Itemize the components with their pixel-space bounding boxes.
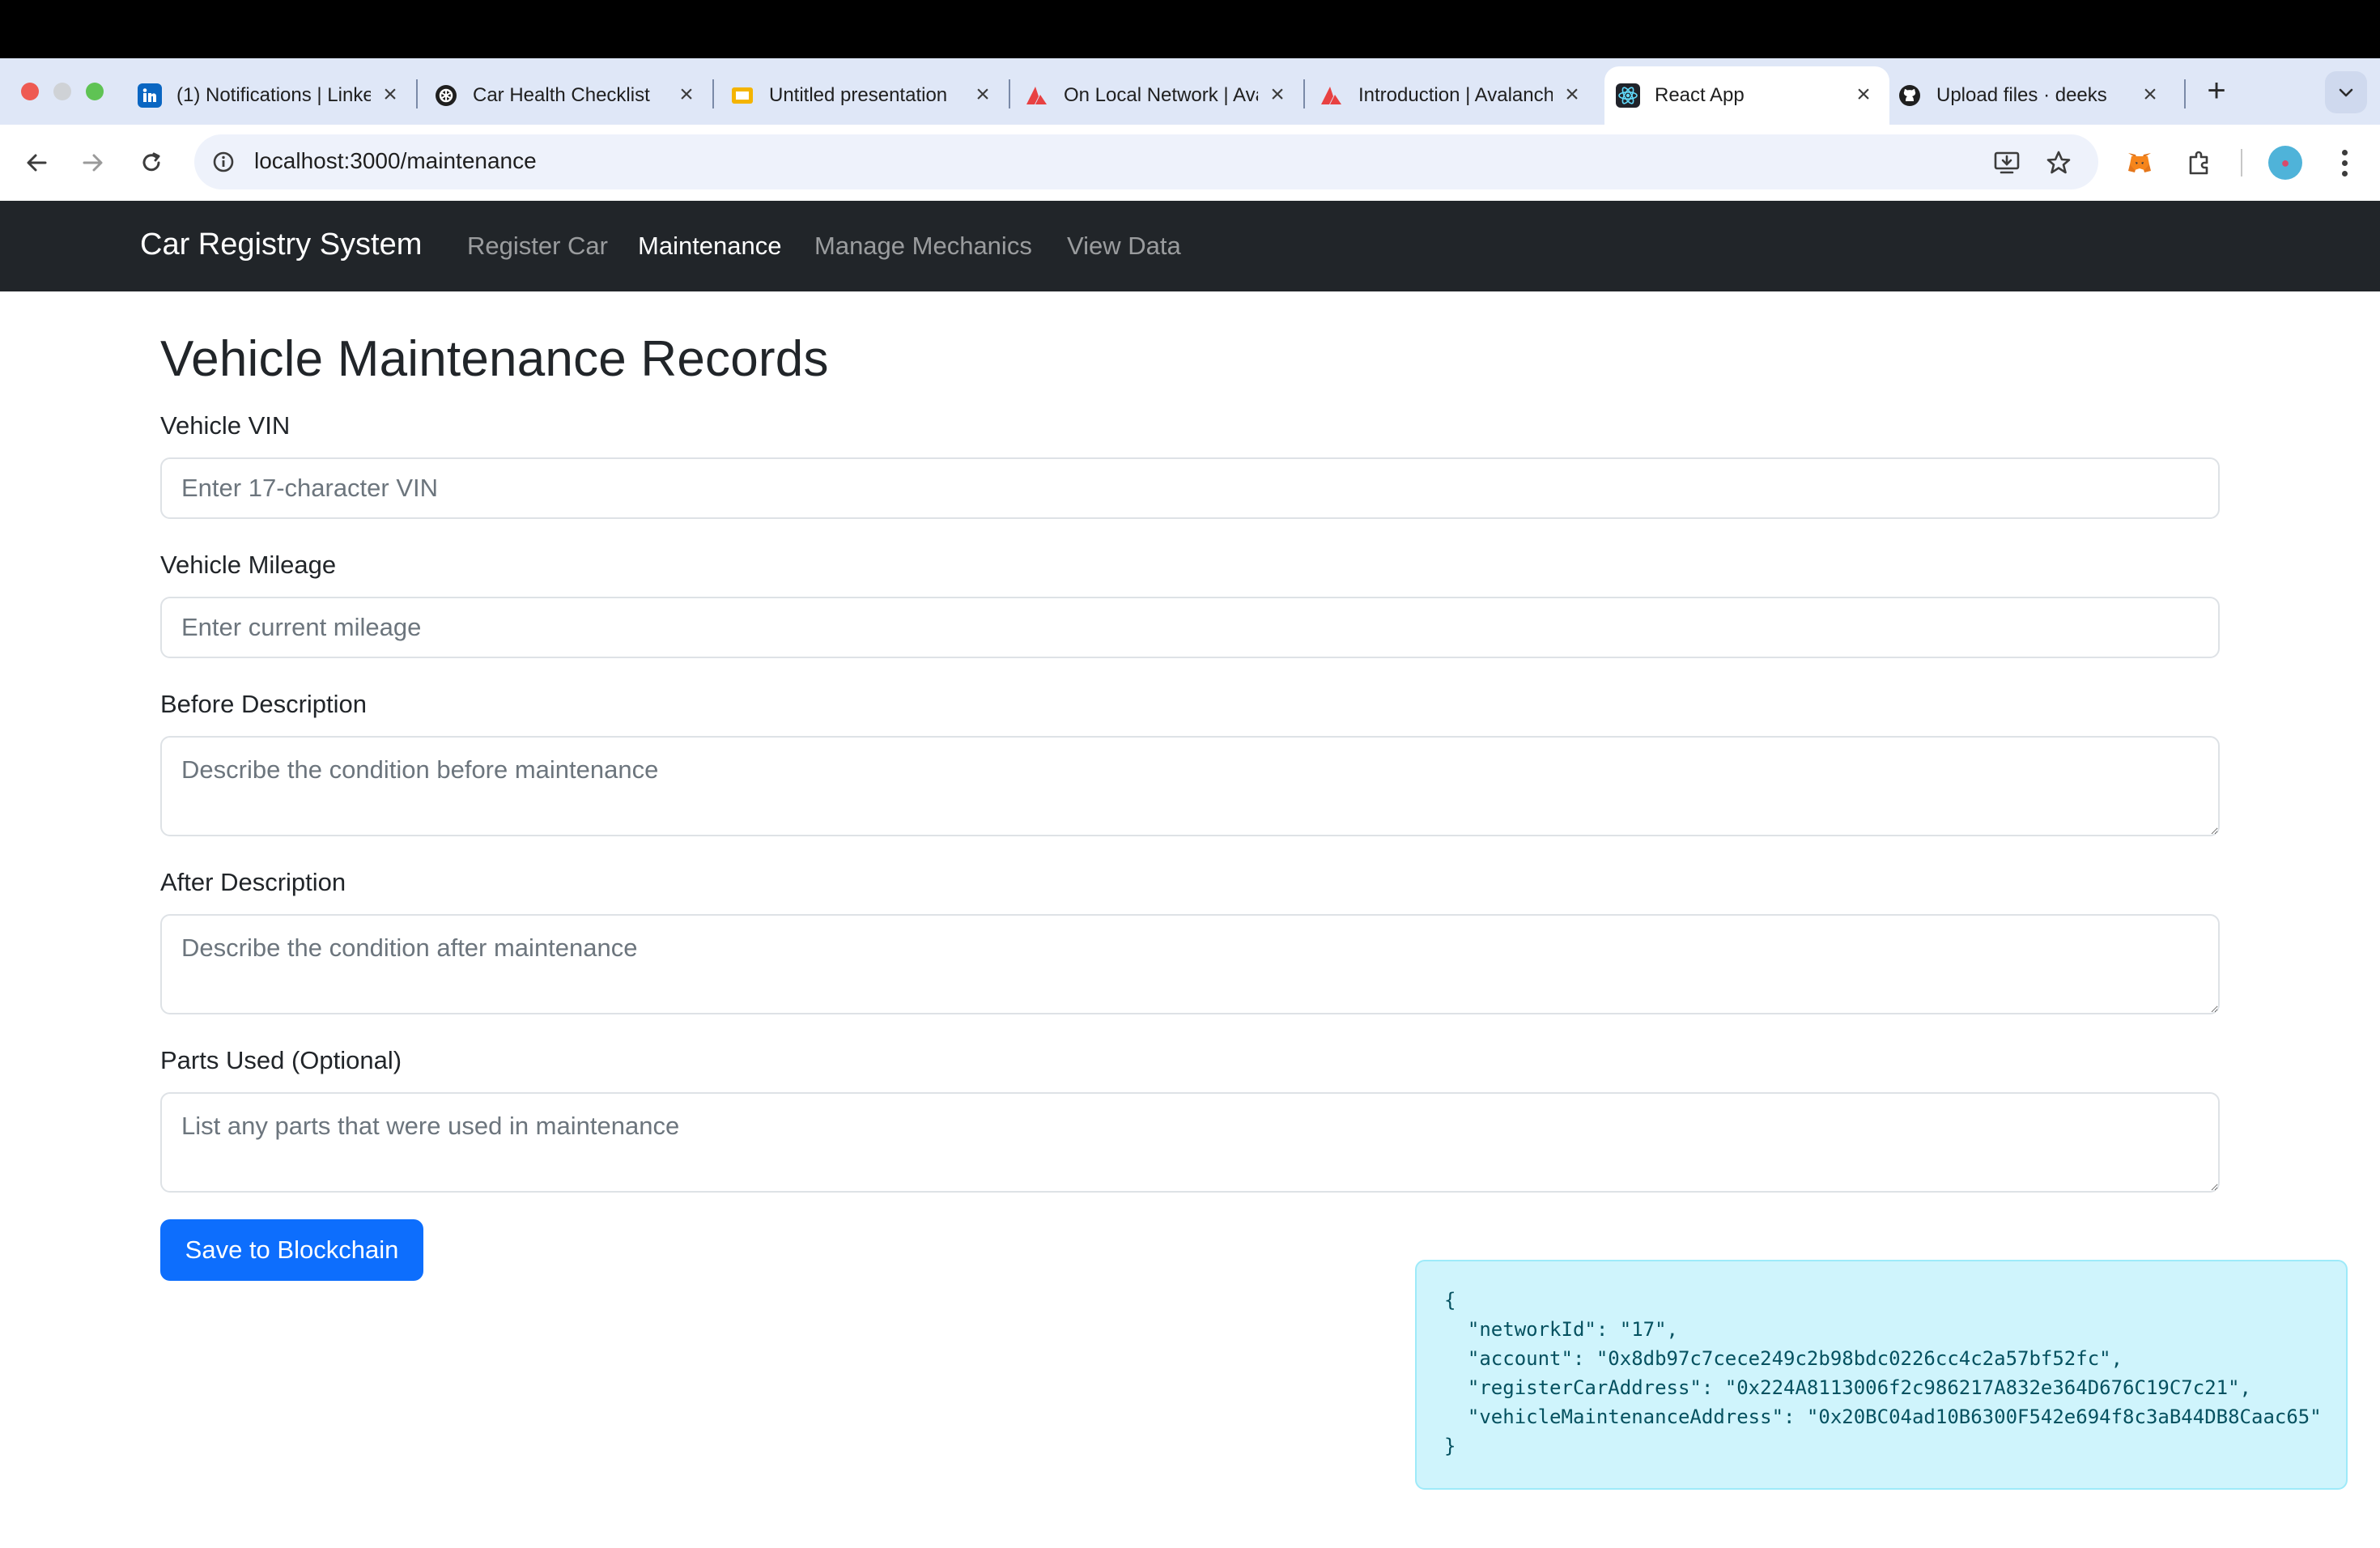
react-icon <box>1616 83 1640 108</box>
close-icon[interactable]: × <box>2139 83 2161 107</box>
tab-divider <box>2184 79 2186 108</box>
tab-title: Upload files · deeks <box>1936 84 2107 106</box>
tab-divider <box>712 79 714 108</box>
tab-title: Untitled presentation <box>769 84 948 106</box>
avalanche-icon <box>1025 83 1049 108</box>
metamask-icon[interactable] <box>2121 144 2158 181</box>
mileage-label: Vehicle Mileage <box>160 551 337 579</box>
close-icon[interactable]: × <box>1852 83 1875 107</box>
save-to-blockchain-button[interactable]: Save to Blockchain <box>160 1219 423 1281</box>
bookmark-star-icon[interactable] <box>2040 144 2077 181</box>
nav-link-manage-mechanics[interactable]: Manage Mechanics <box>814 232 1032 261</box>
navbar-brand[interactable]: Car Registry System <box>140 228 422 262</box>
site-info-icon[interactable] <box>207 146 240 178</box>
browser-menu-button[interactable] <box>2328 146 2361 180</box>
close-icon[interactable]: × <box>1266 83 1289 107</box>
after-description-label: After Description <box>160 868 346 896</box>
window-minimize-button[interactable] <box>53 83 71 100</box>
tab-title: On Local Network | Avalanche <box>1064 84 1258 106</box>
tab-on-local-network[interactable]: On Local Network | Avalanche × <box>1025 66 1303 125</box>
parts-used-textarea[interactable] <box>160 1092 2220 1193</box>
tab-search-button[interactable] <box>2325 71 2367 113</box>
arrow-left-icon <box>27 154 47 172</box>
linkedin-icon <box>138 83 162 108</box>
dot-icon <box>2341 149 2348 155</box>
before-description-label: Before Description <box>160 690 368 718</box>
vin-input[interactable] <box>160 457 2220 519</box>
dot-icon <box>2341 159 2348 166</box>
new-tab-button[interactable]: + <box>2200 73 2233 112</box>
page-title: Vehicle Maintenance Records <box>160 331 829 387</box>
tab-react-app[interactable]: React App × <box>1604 66 1889 125</box>
install-app-icon[interactable] <box>1988 144 2025 181</box>
tab-linkedin[interactable]: (1) Notifications | LinkedIn × <box>138 66 416 125</box>
forward-button[interactable] <box>74 144 112 181</box>
tab-title: React App <box>1655 84 1745 106</box>
window-close-button[interactable] <box>21 83 39 100</box>
close-icon[interactable]: × <box>379 83 402 107</box>
arrow-right-icon <box>83 154 103 172</box>
nav-link-view-data[interactable]: View Data <box>1067 232 1181 261</box>
close-icon[interactable]: × <box>675 83 698 107</box>
tab-divider <box>416 79 418 108</box>
vin-label: Vehicle VIN <box>160 411 291 440</box>
tab-untitled-presentation[interactable]: Untitled presentation × <box>730 66 1009 125</box>
close-icon[interactable]: × <box>1561 83 1583 107</box>
tab-car-health-checklist[interactable]: Car Health Checklist × <box>434 66 712 125</box>
contract-info-panel: { "networkId": "17", "account": "0x8db97… <box>1415 1260 2348 1490</box>
parts-used-label: Parts Used (Optional) <box>160 1046 402 1074</box>
profile-avatar[interactable]: ● <box>2268 146 2302 180</box>
tab-divider <box>1303 79 1305 108</box>
nav-link-maintenance[interactable]: Maintenance <box>638 232 782 261</box>
after-description-textarea[interactable] <box>160 914 2220 1014</box>
tab-upload-files[interactable]: Upload files · deeks × <box>1898 66 2176 125</box>
tab-title: Car Health Checklist <box>473 84 650 106</box>
tab-title: Introduction | Avalanche <box>1358 84 1553 106</box>
openai-icon <box>434 83 458 108</box>
back-button[interactable] <box>18 144 55 181</box>
extensions-puzzle-icon[interactable] <box>2181 144 2218 181</box>
tab-title: (1) Notifications | LinkedIn <box>176 84 371 106</box>
github-icon <box>1898 83 1922 108</box>
toolbar-divider <box>2241 149 2242 176</box>
tab-introduction-avalanche[interactable]: Introduction | Avalanche × <box>1320 66 1598 125</box>
mileage-input[interactable] <box>160 597 2220 658</box>
before-description-textarea[interactable] <box>160 736 2220 836</box>
screen-top-bar <box>0 0 2380 58</box>
chevron-down-icon <box>2339 88 2353 97</box>
dot-icon <box>2341 170 2348 176</box>
reload-icon <box>142 152 160 172</box>
nav-link-register-car[interactable]: Register Car <box>467 232 608 261</box>
address-url[interactable]: localhost:3000/maintenance <box>254 148 537 174</box>
slides-icon <box>730 83 754 108</box>
avalanche-icon <box>1320 83 1344 108</box>
reload-button[interactable] <box>133 144 170 181</box>
tab-divider <box>1009 79 1010 108</box>
window-zoom-button[interactable] <box>86 83 104 100</box>
close-icon[interactable]: × <box>971 83 994 107</box>
